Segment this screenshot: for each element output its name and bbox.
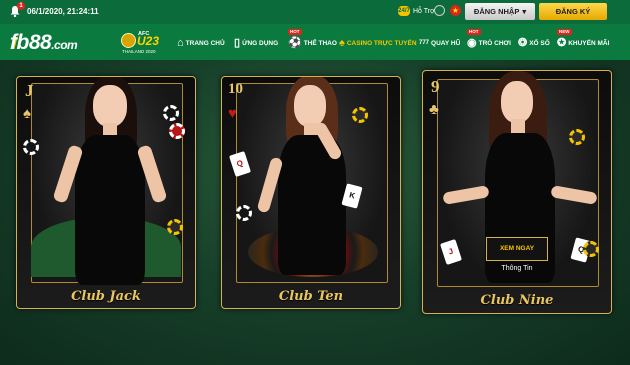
club-jack-card[interactable]: J ♠ Club Jack [16,76,196,309]
vietnam-flag-icon[interactable]: ★ [450,5,461,16]
nav-sports[interactable]: HOT ⚽ THỂ THAO [288,29,337,52]
poker-chip-icon [23,139,39,155]
gamepad-icon: ◉ [467,36,477,49]
notification-badge: 1 [17,2,25,10]
support-link[interactable]: 24/7 Hỗ Trợ [398,6,435,16]
poker-chip-icon [583,241,599,257]
nav-promotions[interactable]: NEW ✪ KHUYẾN MÃI [557,29,610,52]
nav-apps[interactable]: ▯ ỨNG DỤNG [234,34,278,52]
site-logo[interactable]: fb88.com [10,31,78,55]
poker-chip-icon [352,107,368,123]
u23-label: U23 [137,34,160,48]
login-label: ĐĂNG NHẬP [473,7,520,16]
nav-home[interactable]: ⌂ TRANG CHỦ [177,34,225,52]
club-icon: ♣ [429,101,439,118]
support-label: Hỗ Trợ [413,7,435,15]
club-nine-card[interactable]: 9 ♣ J Q Club Nine [422,70,612,314]
soccer-ball-icon: ⚽ [288,36,302,49]
info-link[interactable]: Thông Tin [486,265,548,272]
hot-badge: HOT [288,29,302,35]
nav-slots[interactable]: 777 QUAY HŨ [419,34,460,52]
afc-u23-badge: AFC U23 THAILAND 2020 [121,31,167,57]
card-rank: J [25,81,34,100]
nav-promotions-label: KHUYẾN MÃI [568,39,610,47]
thailand-label: THAILAND 2020 [122,49,156,54]
slot-machine-icon: 777 [419,39,430,46]
language-toggle-icon[interactable] [434,5,445,16]
nav-sports-label: THỂ THAO [303,39,337,47]
home-icon: ⌂ [177,36,184,49]
support-icon: 24/7 [398,6,410,16]
club-ten-card[interactable]: 10 ♥ Q K Club Ten [221,76,401,309]
lottery-icon: ❂ [518,36,528,49]
card-title: Club Ten [278,289,344,304]
register-button[interactable]: ĐĂNG KÝ [539,3,607,20]
poker-chip-icon [236,205,252,221]
main-nav: fb88.com AFC U23 THAILAND 2020 ⌂ TRANG C… [0,24,630,60]
card-title: Club Jack [71,289,141,304]
poker-chip-icon [167,219,183,235]
trophy-icon [121,33,136,48]
nav-home-label: TRANG CHỦ [185,39,225,47]
nav-live-casino[interactable]: ♠ CASINO TRỰC TUYẾN [339,34,417,52]
logo-text: fb88 [10,31,52,54]
heart-icon: ♥ [228,105,237,122]
hot-badge: HOT [467,29,481,35]
nav-apps-label: ỨNG DỤNG [242,39,279,47]
nav-slots-label: QUAY HŨ [431,39,461,47]
nav-lottery[interactable]: ❂ XỔ SỐ [518,34,550,52]
login-button[interactable]: ĐĂNG NHẬP ▾ [465,3,535,20]
new-badge: NEW [557,29,572,35]
phone-icon: ▯ [234,36,241,49]
nav-lottery-label: XỔ SỐ [529,39,550,47]
logo-suffix: .com [51,38,78,52]
poker-chip-icon [169,123,185,139]
caret-down-icon: ▾ [522,7,527,16]
cards-icon: ♠ [339,36,345,49]
card-rank: 9 [431,77,440,96]
poker-chip-icon [569,129,585,145]
nav-games-label: TRÒ CHƠI [478,39,511,47]
gift-icon: ✪ [557,36,567,49]
datetime-display: 06/1/2020, 21:24:11 [27,7,99,16]
nav-live-casino-label: CASINO TRỰC TUYẾN [346,39,417,47]
card-title: Club Nine [480,293,554,308]
top-bar: 1 06/1/2020, 21:24:11 24/7 Hỗ Trợ ★ ĐĂNG… [0,0,630,24]
poker-chip-icon [163,105,179,121]
view-now-button[interactable]: XEM NGAY [486,237,548,261]
spade-icon: ♠ [23,105,31,122]
card-rank: 10 [228,81,243,97]
nav-games[interactable]: HOT ◉ TRÒ CHƠI [467,29,511,52]
